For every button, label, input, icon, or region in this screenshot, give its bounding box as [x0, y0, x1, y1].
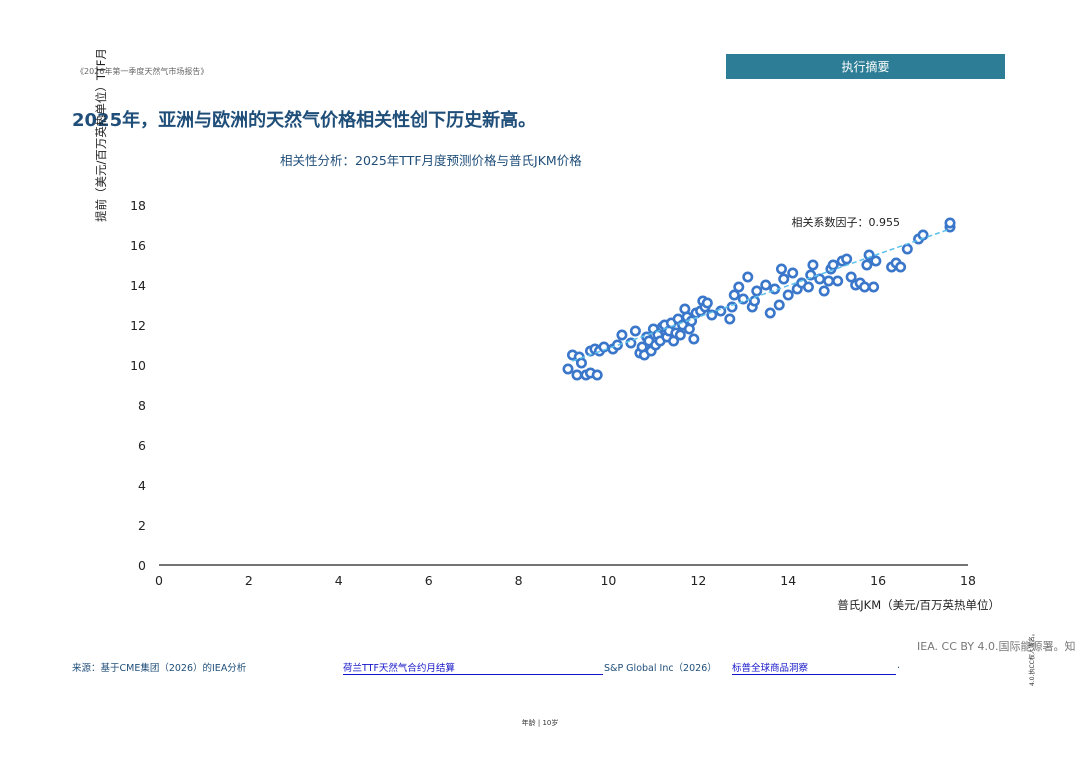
data-point: [701, 297, 713, 309]
data-point: [751, 285, 763, 297]
data-point: [841, 253, 853, 265]
data-point: [724, 313, 736, 325]
x-tick-label: 0: [155, 573, 163, 588]
trend-layer: [572, 228, 951, 362]
x-tick-label: 6: [425, 573, 433, 588]
data-point: [742, 271, 754, 283]
data-point: [575, 357, 587, 369]
data-point: [787, 267, 799, 279]
license-vertical-text: 4.0.执CC权人署名。: [1029, 630, 1036, 686]
y-tick-label: 4: [138, 478, 146, 493]
commodity-insights-link[interactable]: 标普全球商品洞察: [732, 660, 896, 675]
data-point: [901, 243, 913, 255]
y-tick-label: 18: [130, 198, 146, 213]
x-axis-label: 普氏JKM（美元/百万英热单位）: [837, 598, 1000, 612]
data-point: [944, 217, 956, 229]
y-tick-label: 12: [130, 318, 146, 333]
data-point: [733, 281, 745, 293]
data-point: [571, 369, 583, 381]
data-point: [870, 255, 882, 267]
data-point: [674, 329, 686, 341]
data-point: [688, 333, 700, 345]
y-tick-label: 0: [138, 558, 146, 573]
data-point: [895, 261, 907, 273]
data-point: [778, 273, 790, 285]
y-tick-label: 16: [130, 238, 146, 253]
x-tick-label: 8: [515, 573, 523, 588]
footer-period: .: [897, 660, 901, 671]
data-point: [782, 289, 794, 301]
data-point: [802, 281, 814, 293]
data-point: [616, 329, 628, 341]
x-tick-label: 16: [870, 573, 886, 588]
data-point: [868, 281, 880, 293]
data-point: [764, 307, 776, 319]
x-tick-label: 10: [600, 573, 616, 588]
trend-line: [572, 228, 951, 362]
x-tick-label: 18: [960, 573, 976, 588]
sp-global-citation: S&P Global Inc（2026）: [604, 663, 717, 674]
y-tick-label: 6: [138, 438, 146, 453]
points-layer: [562, 217, 956, 381]
data-point: [591, 369, 603, 381]
data-point: [861, 259, 873, 271]
y-tick-label: 14: [130, 278, 146, 293]
data-point: [629, 325, 641, 337]
x-tick-label: 12: [690, 573, 706, 588]
data-point: [859, 281, 871, 293]
data-point: [823, 275, 835, 287]
x-tick-label: 14: [780, 573, 796, 588]
data-point: [773, 299, 785, 311]
y-tick-label: 2: [138, 518, 146, 533]
page-number: 年龄 | 10岁: [521, 719, 559, 727]
license-text: IEA. CC BY 4.0.国际能源署。知: [917, 640, 1076, 653]
y-tick-label: 8: [138, 398, 146, 413]
y-tick-label: 10: [130, 358, 146, 373]
ttf-settlement-link[interactable]: 荷兰TTF天然气合约月结算: [343, 660, 603, 675]
data-point: [807, 259, 819, 271]
y-axis-label: 提前（美元/百万英热单位）TTF月: [94, 48, 108, 222]
data-point: [818, 285, 830, 297]
data-point: [760, 279, 772, 291]
data-point: [827, 259, 839, 271]
x-tick-label: 2: [245, 573, 253, 588]
x-tick-label: 4: [335, 573, 343, 588]
data-point: [562, 363, 574, 375]
data-point: [775, 263, 787, 275]
source-note: 来源：基于CME集团（2026）的IEA分析: [72, 663, 247, 674]
data-point: [832, 275, 844, 287]
correlation-annotation: 相关系数因子：0.955: [792, 215, 901, 229]
